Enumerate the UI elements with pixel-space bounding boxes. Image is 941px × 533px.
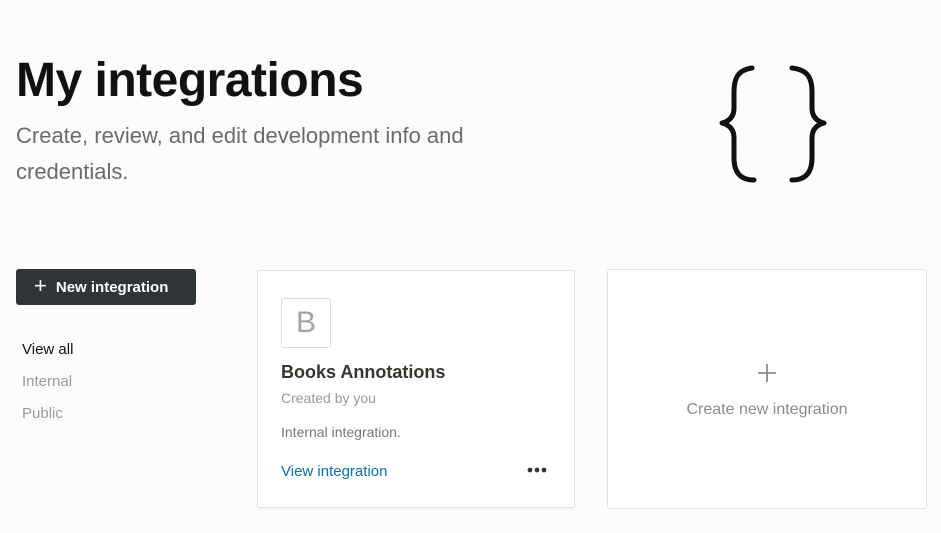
filter-nav: View all Internal Public xyxy=(22,334,73,430)
page-subtitle: Create, review, and edit development inf… xyxy=(16,123,464,184)
integrations-page: My integrations Create, review, and edit… xyxy=(0,0,941,533)
more-horizontal-icon[interactable] xyxy=(524,459,550,481)
integration-name: Books Annotations xyxy=(281,362,446,382)
plus-icon xyxy=(758,364,776,382)
integration-creator: Created by you xyxy=(281,390,376,406)
new-integration-button[interactable]: + New integration xyxy=(16,269,196,305)
curly-braces-icon xyxy=(719,65,827,183)
create-new-integration-label: Create new integration xyxy=(686,401,848,418)
integration-type: Internal integration. xyxy=(281,424,401,440)
page-title: My integrations xyxy=(16,54,364,107)
plus-icon: + xyxy=(34,273,47,298)
filter-public[interactable]: Public xyxy=(22,398,73,430)
filter-view-all[interactable]: View all xyxy=(22,334,73,366)
view-integration-link[interactable]: View integration xyxy=(281,463,387,480)
create-new-integration-card[interactable]: Create new integration xyxy=(607,269,927,509)
new-integration-label: New integration xyxy=(55,278,169,296)
integration-avatar: B xyxy=(281,298,331,348)
integration-card: B Books Annotations Created by you Inter… xyxy=(257,270,575,508)
filter-internal[interactable]: Internal xyxy=(22,366,73,398)
